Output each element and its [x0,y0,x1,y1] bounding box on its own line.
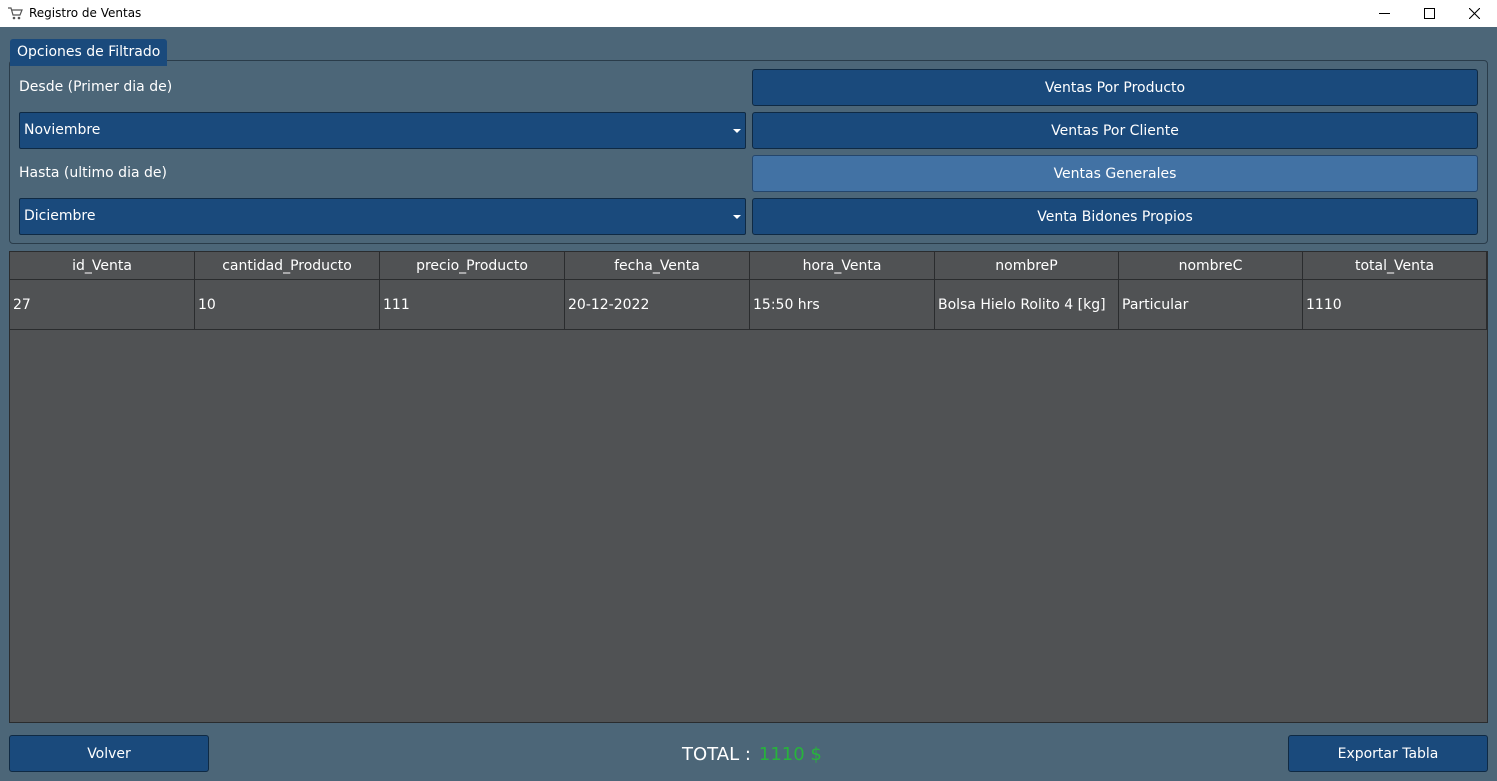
column-header[interactable]: precio_Producto [380,252,565,280]
close-button[interactable] [1451,0,1497,27]
cart-icon [8,7,23,20]
total-label: TOTAL : [682,744,751,765]
to-month-select[interactable]: Diciembre [19,198,746,235]
dropdown-arrow-icon [733,129,741,133]
table-row[interactable]: 27 10 111 20-12-2022 15:50 hrs Bolsa Hie… [10,280,1487,330]
column-header[interactable]: nombreP [935,252,1119,280]
column-header[interactable]: id_Venta [10,252,195,280]
minimize-icon [1378,13,1390,14]
table-cell[interactable]: 27 [10,280,195,330]
dropdown-arrow-icon [733,215,741,219]
maximize-button[interactable] [1406,0,1452,27]
table-cell[interactable]: Particular [1119,280,1303,330]
title-bar: Registro de Ventas [0,0,1497,27]
own-jugs-sales-button[interactable]: Venta Bidones Propios [752,198,1478,235]
to-month-value: Diciembre [24,208,96,224]
table-header: id_Venta cantidad_Producto precio_Produc… [10,252,1487,280]
table-cell[interactable]: 20-12-2022 [565,280,750,330]
sales-table[interactable]: id_Venta cantidad_Producto precio_Produc… [9,251,1488,723]
from-month-select[interactable]: Noviembre [19,112,746,149]
from-month-value: Noviembre [24,122,101,138]
export-table-button[interactable]: Exportar Tabla [1288,735,1488,772]
general-sales-button[interactable]: Ventas Generales [752,155,1478,192]
back-button[interactable]: Volver [9,735,209,772]
minimize-button[interactable] [1361,0,1407,27]
column-header[interactable]: nombreC [1119,252,1303,280]
table-cell[interactable]: 111 [380,280,565,330]
sales-by-client-button[interactable]: Ventas Por Cliente [752,112,1478,149]
table-cell[interactable]: 15:50 hrs [750,280,935,330]
column-header[interactable]: total_Venta [1303,252,1487,280]
column-header[interactable]: hora_Venta [750,252,935,280]
to-label: Hasta (ultimo dia de) [19,165,167,181]
from-label: Desde (Primer dia de) [19,79,173,95]
filter-group-title: Opciones de Filtrado [10,39,168,66]
table-cell[interactable]: 10 [195,280,380,330]
total-value: 1110 $ [758,744,822,765]
column-header[interactable]: cantidad_Producto [195,252,380,280]
column-header[interactable]: fecha_Venta [565,252,750,280]
table-cell[interactable]: 1110 [1303,280,1487,330]
total-display: TOTAL : 1110 $ [682,744,822,765]
window-title: Registro de Ventas [29,6,142,20]
table-cell[interactable]: Bolsa Hielo Rolito 4 [kg] [935,280,1119,330]
maximize-icon [1423,8,1435,19]
close-icon [1468,8,1480,19]
sales-by-product-button[interactable]: Ventas Por Producto [752,69,1478,106]
